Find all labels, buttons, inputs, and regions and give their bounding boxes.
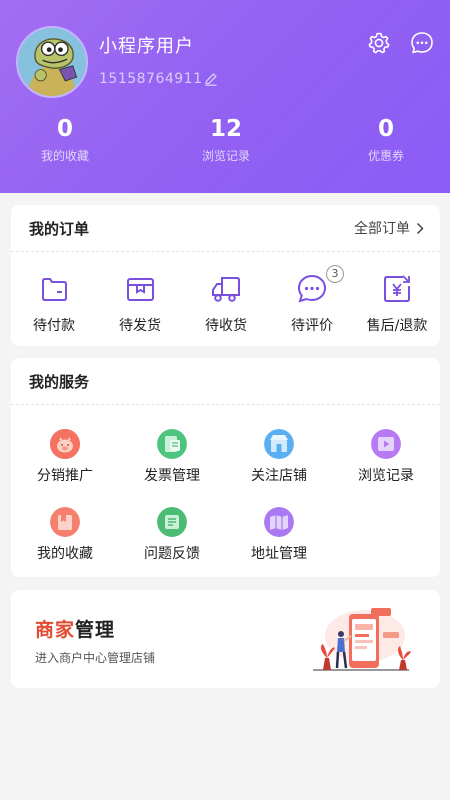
order-pending-payment[interactable]: 待付款 <box>11 273 97 335</box>
stat-value: 0 <box>56 116 73 142</box>
merchant-title-rest: 管理 <box>75 619 116 641</box>
stat-history[interactable]: 12 浏览记录 <box>171 113 281 164</box>
view-all-orders-link[interactable]: 全部订单 <box>354 218 424 238</box>
service-follow-store[interactable]: 关注店铺 <box>225 429 333 485</box>
service-label: 发票管理 <box>144 468 200 484</box>
service-address[interactable]: 地址管理 <box>225 507 333 563</box>
wallet-icon <box>38 273 70 305</box>
map-icon <box>264 507 294 537</box>
service-label: 地址管理 <box>251 546 307 562</box>
profile-header: 小程序用户 15158764911 0 我的收藏 12 浏览记录 0 优惠券 <box>0 0 450 193</box>
service-label: 关注店铺 <box>251 468 307 484</box>
order-pending-review[interactable]: 3 待评价 <box>269 265 355 335</box>
stat-value: 12 <box>209 116 242 142</box>
cartoon-crocodile-avatar <box>18 28 86 96</box>
gear-icon[interactable] <box>366 30 392 56</box>
order-label: 待付款 <box>33 318 75 334</box>
chevron-right-icon <box>416 222 424 234</box>
truck-icon <box>210 273 242 305</box>
box-icon <box>124 273 156 305</box>
service-favorites[interactable]: 我的收藏 <box>11 507 119 563</box>
favorite-icon <box>50 507 80 537</box>
stat-favorites[interactable]: 0 我的收藏 <box>10 113 120 164</box>
stat-coupons[interactable]: 0 优惠券 <box>331 113 441 164</box>
order-label: 待评价 <box>291 318 333 334</box>
avatar[interactable] <box>16 26 88 98</box>
feedback-icon <box>157 507 187 537</box>
merchant-title: 商家管理 <box>35 615 115 642</box>
services-card: 我的服务 分销推广 发票管理 关注店铺 浏览记录 我的收藏 问题反馈 地址管理 <box>11 358 440 577</box>
order-after-sales[interactable]: 售后/退款 <box>354 273 440 335</box>
stat-label: 浏览记录 <box>201 149 250 163</box>
merchant-subtitle: 进入商户中心管理店铺 <box>35 651 156 665</box>
refund-icon <box>381 273 413 305</box>
divider <box>11 404 440 405</box>
merchant-title-accent: 商家 <box>35 619 76 641</box>
service-label: 我的收藏 <box>37 546 93 562</box>
service-label: 问题反馈 <box>144 546 200 562</box>
orders-title: 我的订单 <box>29 220 90 238</box>
order-pending-shipment[interactable]: 待发货 <box>97 273 183 335</box>
stat-label: 我的收藏 <box>40 149 89 163</box>
divider <box>11 251 440 252</box>
pencil-icon[interactable] <box>203 71 219 87</box>
service-feedback[interactable]: 问题反馈 <box>118 507 226 563</box>
stat-label: 优惠券 <box>367 149 404 163</box>
order-label: 待发货 <box>119 318 161 334</box>
service-label: 浏览记录 <box>358 468 414 484</box>
phone-number: 15158764911 <box>99 71 203 87</box>
piggy-icon <box>50 429 80 459</box>
service-distribution[interactable]: 分销推广 <box>11 429 119 485</box>
video-icon <box>371 429 401 459</box>
merchant-phone-illustration <box>313 608 411 671</box>
orders-card: 我的订单 全部订单 待付款 待发货 待收货 3 待评价 售后/退款 <box>11 205 440 346</box>
service-invoice[interactable]: 发票管理 <box>118 429 226 485</box>
store-icon <box>264 429 294 459</box>
order-pending-receipt[interactable]: 待收货 <box>183 273 269 335</box>
stat-value: 0 <box>377 116 394 142</box>
merchant-card[interactable]: 商家管理 进入商户中心管理店铺 <box>11 590 440 688</box>
order-label: 待收货 <box>205 318 247 334</box>
invoice-icon <box>157 429 187 459</box>
services-title: 我的服务 <box>29 373 90 391</box>
username: 小程序用户 <box>99 36 194 57</box>
order-label: 售后/退款 <box>366 318 428 334</box>
review-count-badge: 3 <box>326 265 344 283</box>
service-browse-history[interactable]: 浏览记录 <box>332 429 440 485</box>
comment-icon: 3 <box>296 265 344 305</box>
view-all-label: 全部订单 <box>354 221 410 237</box>
service-label: 分销推广 <box>37 468 93 484</box>
chat-bubble-icon[interactable] <box>409 30 435 56</box>
